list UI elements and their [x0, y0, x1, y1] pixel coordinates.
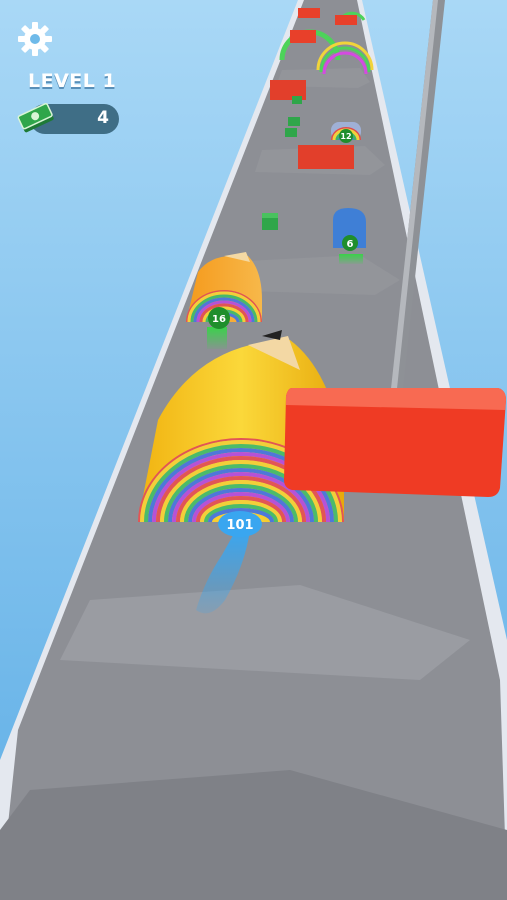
red-block-obstacle	[298, 145, 354, 169]
player-roll-count: 101	[226, 518, 253, 533]
cash-stack-icon	[17, 102, 54, 133]
gear-icon	[18, 22, 52, 56]
money-counter: 4	[16, 102, 119, 134]
money-value: 4	[97, 108, 109, 128]
red-block-obstacle	[335, 15, 357, 25]
roll-count-label: 6	[347, 239, 354, 250]
level-label: LEVEL 1	[28, 70, 117, 92]
red-block-obstacle	[290, 30, 316, 43]
settings-button[interactable]	[16, 20, 54, 58]
pencil-roll-pickup: 12	[331, 122, 361, 143]
red-block-obstacle	[298, 8, 320, 18]
roll-count-label: 16	[212, 314, 226, 325]
game-scene: 12 6 16 101	[0, 0, 507, 900]
roll-count-label: 12	[340, 132, 351, 141]
